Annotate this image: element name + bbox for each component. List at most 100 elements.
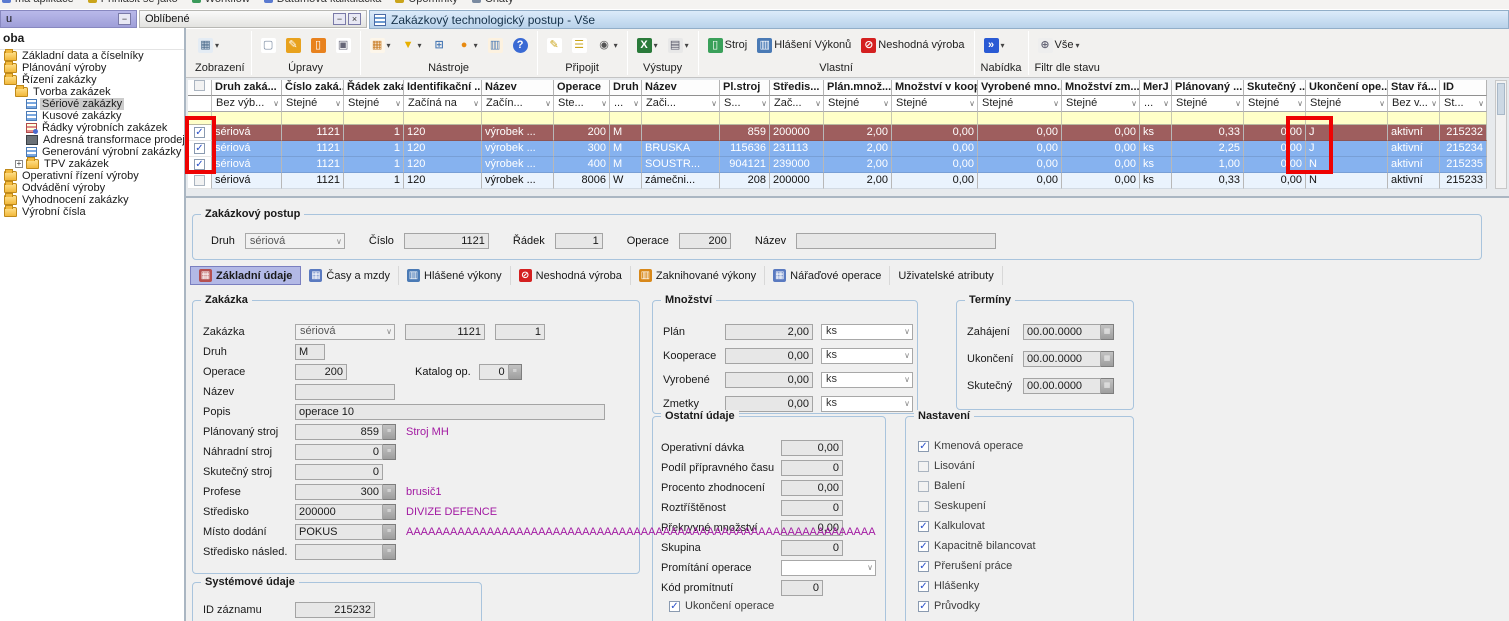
calendar-icon[interactable]: ▦ bbox=[1101, 324, 1114, 340]
dropdown-field[interactable]: sériová∨ bbox=[295, 324, 395, 340]
entry-cell[interactable] bbox=[212, 112, 282, 125]
filter-cell[interactable]: Začín...∨ bbox=[482, 96, 554, 112]
new-button[interactable]: ▢ bbox=[258, 36, 279, 55]
filter-cell[interactable]: Stejné∨ bbox=[1244, 96, 1306, 112]
note-button[interactable]: ✎ bbox=[544, 36, 565, 55]
entry-cell[interactable] bbox=[344, 112, 404, 125]
filter-cell[interactable]: ...∨ bbox=[610, 96, 642, 112]
table-row[interactable]: sériová11211120výrobek ...8006Wzámečni..… bbox=[188, 173, 1487, 189]
tab-neshodn-v-roba[interactable]: ⊘Neshodná výroba bbox=[511, 266, 631, 285]
column-header[interactable]: Pl.stroj bbox=[720, 80, 770, 96]
print-button[interactable]: ▤▾ bbox=[665, 36, 692, 55]
pin-icon[interactable]: − bbox=[333, 13, 346, 25]
entry-cell[interactable] bbox=[642, 112, 720, 125]
copy-button[interactable]: ▣ bbox=[333, 36, 354, 55]
calendar-icon[interactable]: ▦ bbox=[1101, 351, 1114, 367]
filter-cell[interactable] bbox=[188, 96, 212, 112]
tab-zaknihovan-v-kony[interactable]: ▥Zaknihované výkony bbox=[631, 266, 765, 285]
filter-cell[interactable]: Zač...∨ bbox=[770, 96, 824, 112]
filter-cell[interactable]: Stejné∨ bbox=[282, 96, 344, 112]
browse-button[interactable]: ≡ bbox=[383, 444, 396, 460]
entry-cell[interactable] bbox=[824, 112, 892, 125]
menu-item[interactable]: Přihlásit se jako bbox=[88, 0, 178, 5]
input-field[interactable]: 0 bbox=[479, 364, 509, 380]
sidebar-item[interactable]: Vyhodnocení zakázky bbox=[0, 194, 184, 206]
entry-cell[interactable] bbox=[482, 112, 554, 125]
entry-cell[interactable] bbox=[1062, 112, 1140, 125]
browse-button[interactable]: ≡ bbox=[383, 544, 396, 560]
filter-cell[interactable]: Stejné∨ bbox=[344, 96, 404, 112]
column-header[interactable]: ID bbox=[1440, 80, 1487, 96]
entry-cell[interactable] bbox=[1172, 112, 1244, 125]
checkbox[interactable] bbox=[918, 501, 929, 512]
sidebar-item[interactable]: Adresná transformace prodej bbox=[0, 134, 184, 146]
dropdown-field[interactable]: ks∨ bbox=[821, 348, 913, 364]
browse-button[interactable]: ≡ bbox=[383, 424, 396, 440]
column-header[interactable]: Řádek zaká... bbox=[344, 80, 404, 96]
filter-cell[interactable]: Stejné∨ bbox=[824, 96, 892, 112]
input-field[interactable]: 0 bbox=[295, 444, 383, 460]
sidebar-item[interactable]: +TPV zakázek bbox=[0, 158, 184, 170]
filter-cell[interactable]: Začíná na∨ bbox=[404, 96, 482, 112]
menu-item[interactable]: ma aplikace bbox=[2, 0, 74, 5]
entry-cell[interactable] bbox=[1440, 112, 1487, 125]
status-filter-button[interactable]: ⊕Vše▾ bbox=[1035, 36, 1083, 55]
filter-cell[interactable]: Stejné∨ bbox=[978, 96, 1062, 112]
checkbox[interactable] bbox=[918, 461, 929, 472]
checkbox[interactable]: ✓ bbox=[918, 561, 929, 572]
scrollbar-thumb[interactable] bbox=[1497, 83, 1505, 115]
sidebar-item[interactable]: Základní data a číselníky bbox=[0, 50, 184, 62]
input-field[interactable]: 0 bbox=[781, 580, 823, 596]
input-field[interactable]: operace 10 bbox=[295, 404, 605, 420]
dropdown-field[interactable]: ks∨ bbox=[821, 396, 913, 412]
expand-plus-icon[interactable]: + bbox=[15, 160, 23, 168]
filter-cell[interactable]: ...∨ bbox=[1140, 96, 1172, 112]
sidebar-item[interactable]: Řádky výrobních zakázek bbox=[0, 122, 184, 134]
filter-cell[interactable]: St...∨ bbox=[1440, 96, 1487, 112]
menu-panel-header[interactable]: u − bbox=[0, 10, 137, 28]
excel-button[interactable]: X▾ bbox=[634, 36, 661, 55]
input-field[interactable]: 0,00 bbox=[781, 480, 843, 496]
input-field[interactable]: 1 bbox=[555, 233, 603, 249]
input-field[interactable]: 0,00 bbox=[725, 372, 813, 388]
date-field[interactable]: 00.00.0000 bbox=[1023, 324, 1101, 340]
help-button[interactable]: ? bbox=[510, 36, 531, 55]
favorites-panel-header[interactable]: Oblíbené − × bbox=[139, 10, 367, 28]
entry-cell[interactable] bbox=[610, 112, 642, 125]
input-field[interactable]: 1 bbox=[495, 324, 545, 340]
column-header[interactable]: Množství zm... bbox=[1062, 80, 1140, 96]
input-field[interactable] bbox=[295, 544, 383, 560]
column-header[interactable]: Množství v koop... bbox=[892, 80, 978, 96]
input-field[interactable]: M bbox=[295, 344, 325, 360]
clock-button[interactable]: ●▾ bbox=[454, 36, 481, 55]
dropdown-field[interactable]: ks∨ bbox=[821, 324, 913, 340]
column-header[interactable]: Název bbox=[642, 80, 720, 96]
input-field[interactable]: 0,00 bbox=[725, 348, 813, 364]
input-field[interactable]: 0 bbox=[781, 460, 843, 476]
list-button[interactable]: ☰ bbox=[569, 36, 590, 55]
menu-item[interactable]: Chaty bbox=[472, 0, 514, 5]
filter-cell[interactable]: Ste...∨ bbox=[554, 96, 610, 112]
menu-arrows-button[interactable]: »▾ bbox=[981, 36, 1008, 55]
entry-cell[interactable] bbox=[720, 112, 770, 125]
column-header[interactable]: MerJ bbox=[1140, 80, 1172, 96]
entry-cell[interactable] bbox=[892, 112, 978, 125]
row-select-cell[interactable] bbox=[188, 173, 212, 189]
entry-cell[interactable] bbox=[1140, 112, 1172, 125]
grid-scrollbar[interactable] bbox=[1495, 80, 1507, 189]
tab-u-ivatelsk-atributy[interactable]: Uživatelské atributy bbox=[890, 266, 1002, 285]
sidebar-item[interactable]: Sériové zakázky bbox=[0, 98, 184, 110]
column-header[interactable]: Stav řá... bbox=[1388, 80, 1440, 96]
date-field[interactable]: 00.00.0000 bbox=[1023, 351, 1101, 367]
column-header[interactable]: Druh zaká... bbox=[212, 80, 282, 96]
sidebar-item[interactable]: Kusové zakázky bbox=[0, 110, 184, 122]
column-header[interactable]: Název bbox=[482, 80, 554, 96]
checkbox[interactable]: ✓ bbox=[918, 541, 929, 552]
input-field[interactable]: POKUS bbox=[295, 524, 383, 540]
input-field[interactable]: 0,00 bbox=[781, 440, 843, 456]
column-header[interactable] bbox=[188, 80, 212, 96]
table-settings-button[interactable]: ▦▾ bbox=[367, 36, 394, 55]
date-field[interactable]: 00.00.0000 bbox=[1023, 378, 1101, 394]
filter-cell[interactable]: Bez v...∨ bbox=[1388, 96, 1440, 112]
media-button[interactable]: ◉▾ bbox=[594, 36, 621, 55]
